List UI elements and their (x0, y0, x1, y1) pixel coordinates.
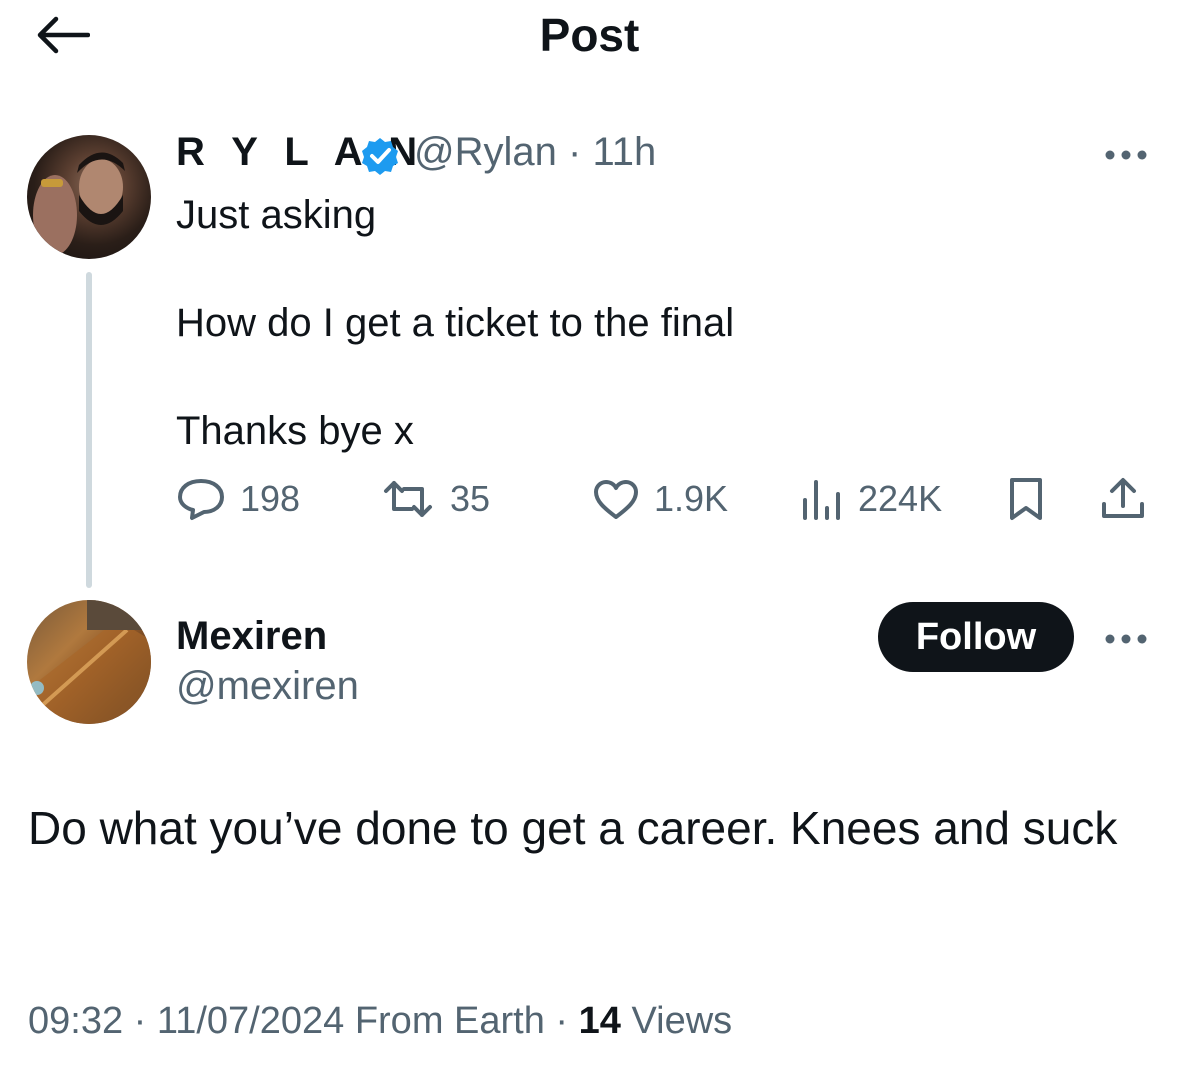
separator-dot: · (133, 1000, 157, 1042)
share-icon (1102, 478, 1144, 518)
repost-count: 35 (450, 478, 491, 519)
more-horizontal-icon (1105, 634, 1147, 644)
bookmark-icon (1010, 478, 1042, 520)
avatar[interactable] (27, 135, 151, 259)
reply-icon (178, 479, 224, 520)
page-title: Post (539, 9, 640, 61)
verified-badge-icon (360, 136, 400, 176)
post-text: Just asking How do I get a ticket to the… (176, 193, 735, 453)
repost-action[interactable]: 35 (380, 474, 490, 524)
heart-icon (594, 480, 638, 519)
like-count: 1.9K (654, 478, 729, 519)
like-action[interactable]: 1.9K (592, 474, 728, 524)
share-button[interactable] (1100, 474, 1146, 524)
reply-views-label[interactable]: Views (631, 1000, 732, 1042)
reply-time[interactable]: 09:32 (28, 1000, 123, 1042)
reply-date[interactable]: 11/07/2024 (157, 1000, 344, 1042)
author-handle[interactable]: @Rylan (414, 130, 557, 174)
post-time[interactable]: 11h (592, 130, 656, 174)
separator-dot: · (555, 1000, 579, 1042)
avatar-photo (27, 600, 151, 724)
reply-author-handle[interactable]: @mexiren (176, 664, 359, 709)
more-options-button[interactable] (1104, 632, 1148, 644)
repost-icon (384, 481, 432, 517)
reply-source: From Earth (354, 1000, 545, 1042)
reply-author-name[interactable]: Mexiren (176, 614, 327, 659)
more-options-button[interactable] (1104, 148, 1148, 160)
reply-action[interactable]: 198 (176, 474, 300, 524)
bookmark-button[interactable] (1006, 474, 1046, 524)
post-actions-bar: 198 35 1.9K 224K (176, 474, 1156, 524)
thread-line (86, 272, 92, 588)
avatar[interactable] (27, 600, 151, 724)
reply-count: 198 (240, 478, 301, 519)
separator-dot: · (568, 130, 582, 174)
avatar-photo (33, 152, 125, 255)
views-chart-icon (803, 480, 840, 520)
post-handle-time: @Rylan · 11h (414, 130, 656, 175)
follow-button[interactable]: Follow (878, 602, 1074, 672)
views-count: 224K (858, 478, 943, 519)
reply-views-count[interactable]: 14 (579, 1000, 621, 1042)
more-horizontal-icon (1105, 150, 1147, 160)
reply-text: Do what you’ve done to get a career. Kne… (28, 802, 1118, 854)
post-metadata: 09:32 · 11/07/2024 From Earth · 14 Views (28, 1000, 732, 1043)
views-action[interactable]: 224K (800, 474, 942, 524)
